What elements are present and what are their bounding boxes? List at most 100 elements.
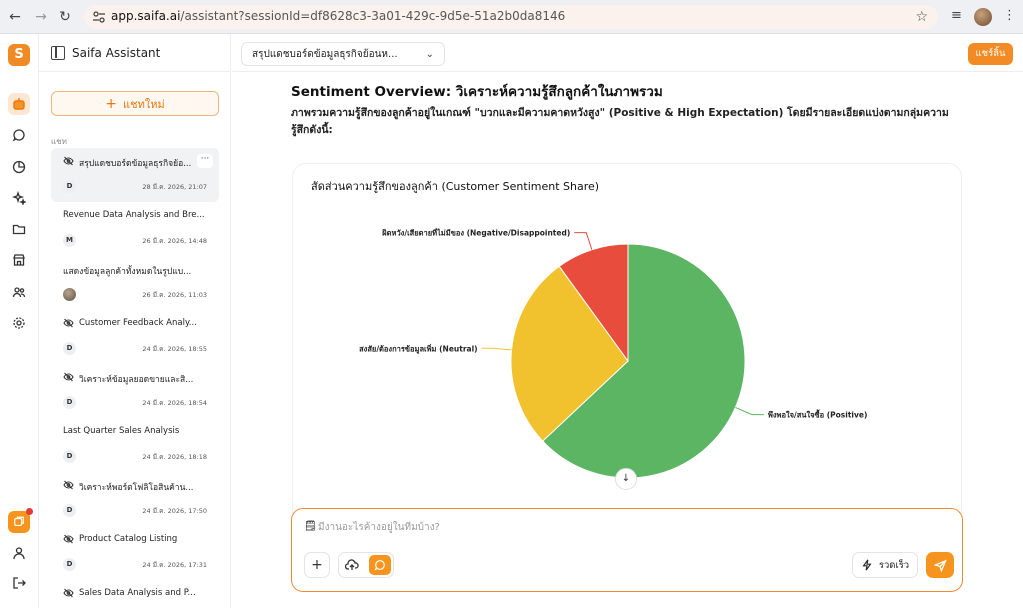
- avatar: [63, 288, 76, 301]
- chat-sidebar: Saifa Assistant + แชทใหม่ แชท สรุปแดชบอร…: [39, 34, 231, 608]
- main-panel: สรุปแดชบอร์ดข้อมูลธุรกิจย้อนห... ⌄ แชร์ล…: [232, 34, 1023, 608]
- avatar: D: [63, 342, 76, 355]
- chat-date: 24 มี.ค. 2026, 17:50: [142, 507, 207, 515]
- chat-list-item[interactable]: Sales Data Analysis and P...D: [51, 580, 219, 608]
- browser-profile-avatar[interactable]: [974, 8, 992, 26]
- chat-date: 24 มี.ค. 2026, 18:55: [142, 345, 207, 353]
- chat-title: Customer Feedback Analy...: [79, 318, 197, 328]
- note-icon: 🗒: [304, 521, 317, 532]
- store-icon[interactable]: [8, 249, 30, 271]
- chat-title: สรุปแดชบอร์ดข้อมูลธุรกิจย้อ...: [79, 159, 191, 169]
- settings-icon[interactable]: [8, 312, 30, 334]
- pie-slice-label: พึงพอใจ/สนใจซื้อ (Positive): [768, 409, 868, 420]
- main-topbar: สรุปแดชบอร์ดข้อมูลธุรกิจย้อนห... ⌄ แชร์ล…: [232, 34, 1023, 72]
- sidebar-title: Saifa Assistant: [72, 46, 161, 60]
- chat-date: 26 มี.ค. 2026, 11:03: [142, 291, 207, 299]
- chat-list-item[interactable]: Last Quarter Sales Analysis D 24 มี.ค. 202…: [51, 418, 219, 472]
- sidebar-header: Saifa Assistant: [39, 34, 231, 72]
- eye-off-icon: [63, 156, 74, 166]
- avatar: D: [63, 450, 76, 463]
- arrow-down-icon[interactable]: ↓: [615, 468, 637, 490]
- avatar: D: [63, 180, 76, 193]
- pie-slice-label: ผิดหวัง/เสียดายที่ไม่มีของ (Negative/Dis…: [382, 227, 571, 238]
- chat-date: 24 มี.ค. 2026, 18:54: [142, 399, 207, 407]
- url-text: app.saifa.ai/assistant?sessionId=df8628c…: [111, 9, 565, 23]
- chat-title: Revenue Data Analysis and Bre...: [63, 210, 205, 220]
- plus-icon: +: [105, 95, 118, 112]
- message-composer: 🗒 + รวดเร็ว: [291, 508, 963, 592]
- conversation-selector[interactable]: สรุปแดชบอร์ดข้อมูลธุรกิจย้อนห... ⌄: [241, 42, 445, 66]
- sparkle-icon[interactable]: [8, 187, 30, 209]
- chat-date: 28 มี.ค. 2026, 21:07: [142, 183, 207, 191]
- chat-date: 24 มี.ค. 2026, 18:18: [142, 453, 207, 461]
- icon-rail: S: [0, 34, 39, 608]
- chat-list-item[interactable]: Revenue Data Analysis and Bre... M 26 มี.ค…: [51, 202, 219, 256]
- url-path: /assistant?sessionId=df8628c3-3a01-429c-…: [180, 9, 566, 23]
- share-button[interactable]: แชร์ลิ้น: [968, 43, 1013, 65]
- saifa-logo[interactable]: S: [8, 44, 30, 66]
- address-bar[interactable]: app.saifa.ai/assistant?sessionId=df8628c…: [84, 5, 938, 29]
- chat-list-item[interactable]: สรุปแดชบอร์ดข้อมูลธุรกิจย้อ... D 28 มี.ค. …: [51, 148, 219, 202]
- sentiment-paragraph: ภาพรวมความรู้สึกของลูกค้าอยู่ในเกณฑ์ "บว…: [291, 107, 949, 136]
- url-host: app.saifa.ai: [111, 9, 181, 23]
- cast-icon[interactable]: ≡: [951, 8, 962, 23]
- chat-title: วิเคราะห์พอร์ตโฟลิโอสินค้าน...: [79, 483, 194, 493]
- send-button[interactable]: [926, 552, 954, 578]
- pie-chart-icon[interactable]: [8, 156, 30, 178]
- speed-mode-label: รวดเร็ว: [878, 559, 910, 571]
- forward-icon[interactable]: →: [32, 8, 50, 26]
- logout-icon[interactable]: [8, 572, 30, 594]
- profile-icon[interactable]: [8, 542, 30, 564]
- bot-icon[interactable]: [8, 93, 30, 115]
- eye-off-icon: [63, 534, 74, 544]
- lightning-icon: [862, 559, 872, 571]
- speed-mode-button[interactable]: รวดเร็ว: [852, 552, 918, 578]
- sentiment-heading: Sentiment Overview: วิเคราะห์ความรู้สึกล…: [291, 84, 663, 100]
- sidebar-toggle-icon[interactable]: [51, 46, 65, 60]
- star-icon[interactable]: ☆: [915, 9, 928, 25]
- eye-off-icon: [63, 318, 74, 328]
- avatar: D: [63, 558, 76, 571]
- chat-title: Product Catalog Listing: [79, 534, 178, 544]
- chat-list-item[interactable]: วิเคราะห์ข้อมูลยอดขายและสิ... D 24 มี.ค. 2…: [51, 364, 219, 418]
- new-chat-button[interactable]: + แชทใหม่: [51, 91, 219, 116]
- eye-off-icon: [63, 372, 74, 382]
- pie-slice-label: สงสัย/ต้องการข้อมูลเพิ่ม (Neutral): [359, 342, 477, 354]
- send-icon: [933, 559, 947, 572]
- chat-title: Sales Data Analysis and P...: [79, 588, 196, 598]
- people-icon[interactable]: [8, 281, 30, 303]
- new-chat-label: แชทใหม่: [123, 97, 165, 111]
- chat-list-item[interactable]: Customer Feedback Analy... D 24 มี.ค. 2026…: [51, 310, 219, 364]
- chat-list-item[interactable]: Product Catalog Listing D 24 มี.ค. 2026, 1…: [51, 526, 219, 580]
- eye-off-icon: [63, 480, 74, 490]
- notification-dot: [26, 508, 33, 515]
- chat-title: Last Quarter Sales Analysis: [63, 426, 180, 436]
- site-info-icon[interactable]: [92, 10, 106, 24]
- chat-section-label: แชท: [51, 137, 67, 146]
- avatar: D: [63, 396, 76, 409]
- chat-mode-toggle[interactable]: [369, 555, 391, 575]
- cloud-upload-icon[interactable]: [345, 558, 359, 572]
- menu-icon[interactable]: ⋮: [1003, 8, 1016, 23]
- folder-icon[interactable]: [8, 218, 30, 240]
- chat-date: 26 มี.ค. 2026, 14:48: [142, 237, 207, 245]
- pie-leader-line: [481, 347, 512, 351]
- chat-title: วิเคราะห์ข้อมูลยอดขายและสิ...: [79, 375, 194, 385]
- more-options-icon[interactable]: ···: [197, 154, 213, 168]
- browser-toolbar: ← → ↻ app.saifa.ai/assistant?sessionId=d…: [0, 0, 1023, 34]
- message-input[interactable]: [318, 517, 818, 537]
- pie-leader-line: [574, 232, 593, 250]
- chat-list-item[interactable]: แสดงข้อมูลลูกค้าทั้งหมดในรูปแบ... 26 มี.ค…: [51, 256, 219, 310]
- avatar: M: [63, 234, 76, 247]
- conversation-title: สรุปแดชบอร์ดข้อมูลธุรกิจย้อนห...: [252, 48, 398, 60]
- back-icon[interactable]: ←: [6, 8, 24, 26]
- reload-icon[interactable]: ↻: [56, 8, 74, 26]
- chevron-down-icon: ⌄: [425, 49, 434, 60]
- add-attachment-button[interactable]: +: [304, 552, 330, 578]
- pie-leader-line: [735, 407, 764, 416]
- chat-list: สรุปแดชบอร์ดข้อมูลธุรกิจย้อ... D 28 มี.ค. …: [51, 148, 219, 608]
- chat-icon[interactable]: [8, 124, 30, 146]
- avatar: D: [63, 504, 76, 517]
- chat-list-item[interactable]: วิเคราะห์พอร์ตโฟลิโอสินค้าน... D 24 มี.ค. …: [51, 472, 219, 526]
- composer-tools: [338, 552, 394, 578]
